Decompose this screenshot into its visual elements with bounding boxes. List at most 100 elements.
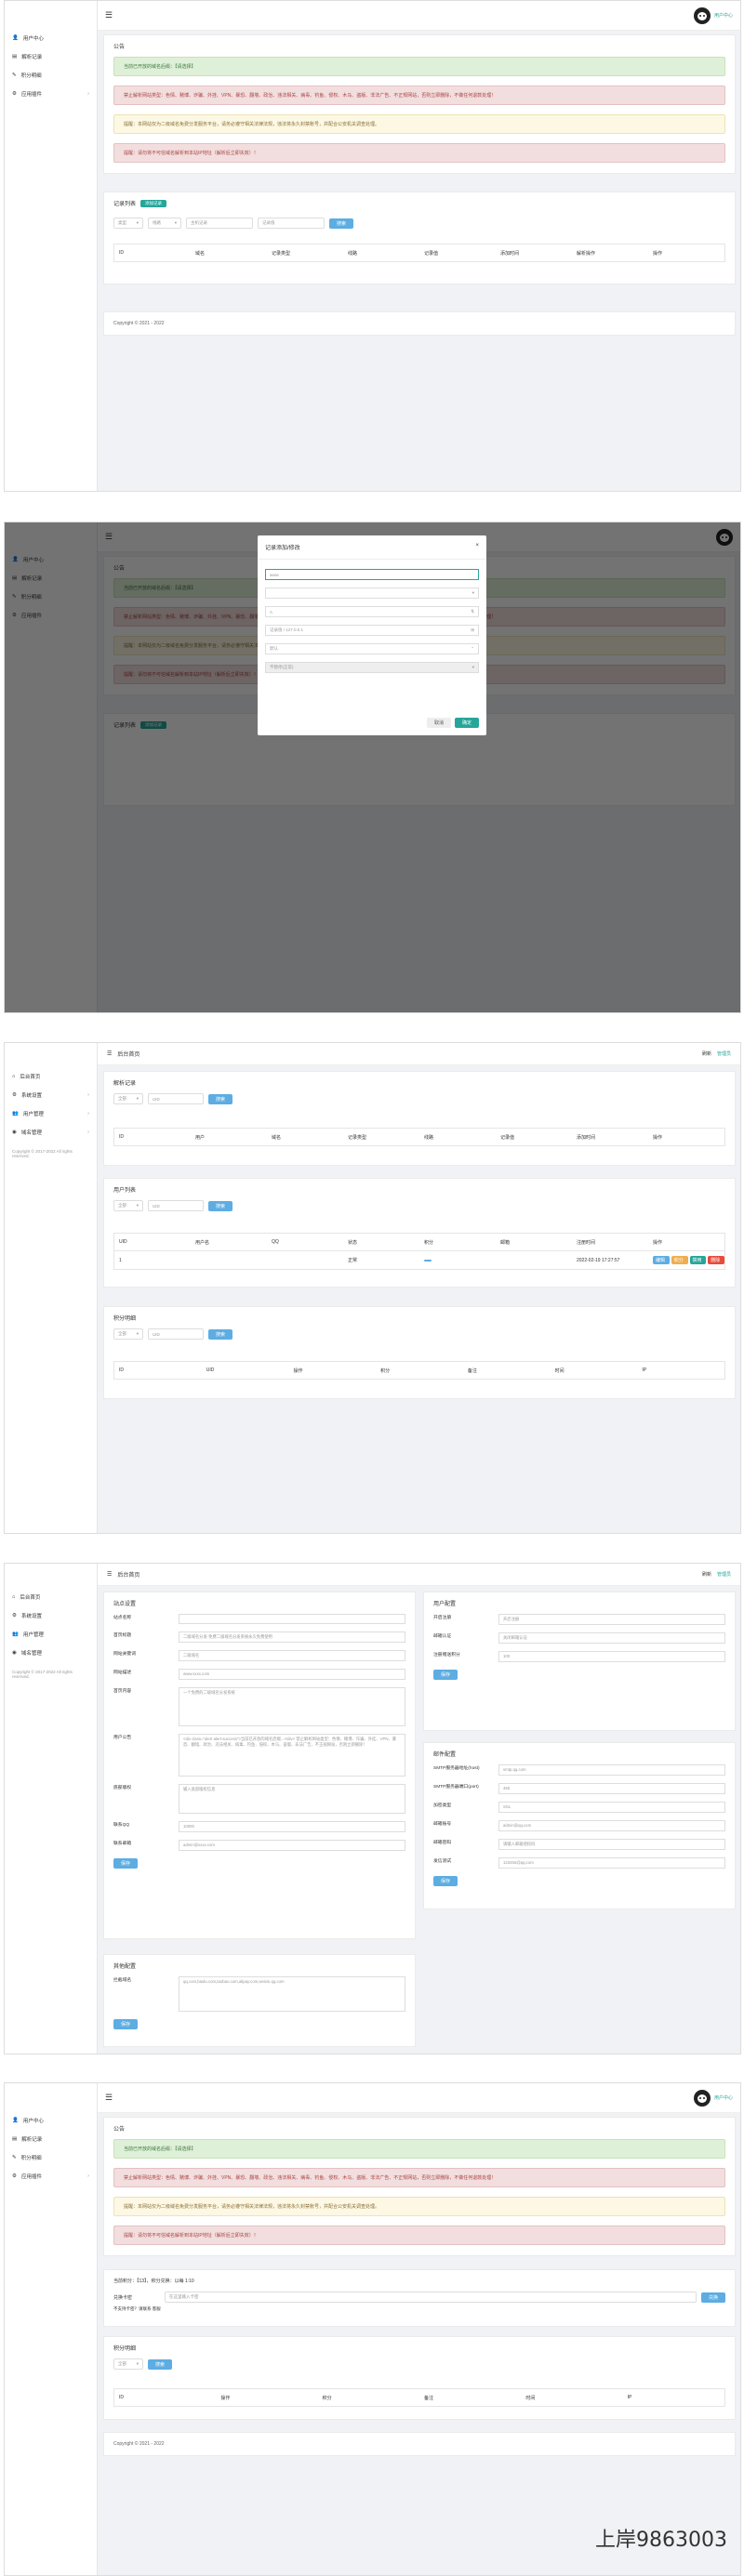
- modal-value-input[interactable]: 记录值 / 127.0.0.1 ⊞: [265, 625, 479, 636]
- keywords-input[interactable]: 二级域名: [179, 1650, 405, 1661]
- chevron-down-icon: ▾: [136, 2361, 139, 2366]
- contact-email-input[interactable]: admin@xxxx.com: [179, 1840, 405, 1851]
- menu-toggle-icon[interactable]: ☰: [105, 10, 113, 20]
- footer-copyright-textarea[interactable]: 输入底部版权信息: [179, 1784, 405, 1814]
- user-link[interactable]: 用户中心: [714, 2094, 733, 2101]
- sidebar-item-apps[interactable]: ⚙ 应用插件 ›: [5, 85, 97, 103]
- site-title-input[interactable]: 二级域名分发·免费二级域名分发系统永久免费使用: [179, 1631, 405, 1643]
- edit-button[interactable]: 编辑: [653, 1256, 670, 1264]
- header: ☰ 用户中心: [98, 2083, 740, 2113]
- sidebar-item-settings[interactable]: ⚙ 系统设置 ›: [5, 1086, 97, 1104]
- avatar[interactable]: [693, 7, 711, 24]
- code-input[interactable]: 在这里输入卡密: [165, 2292, 697, 2303]
- value-input[interactable]: 记录值: [258, 218, 325, 229]
- sidebar-item-user-center[interactable]: 👤用户中心: [5, 29, 97, 47]
- sidebar-item-settings[interactable]: ⚙ 系统设置: [5, 1606, 97, 1625]
- sidebar-item-points[interactable]: ✎积分明细: [5, 2148, 97, 2167]
- type-select[interactable]: 全部 ▾: [113, 1093, 143, 1104]
- gear-icon: ⚙: [12, 1092, 17, 1098]
- admin-link[interactable]: 管理员: [717, 1571, 731, 1578]
- blocked-domains-textarea[interactable]: qq.com,baidu.com,taobao.com,alipay.com,w…: [179, 1976, 405, 2012]
- save-button[interactable]: 保存: [433, 1876, 458, 1886]
- sidebar-item-domains[interactable]: ◉ 域名管理: [5, 1644, 97, 1662]
- modal-type-select[interactable]: A ⇅: [265, 606, 479, 617]
- confirm-button[interactable]: 确定: [454, 718, 479, 728]
- modal-domain-select[interactable]: ▾: [265, 588, 479, 599]
- alert-suffix: 当前已开放的域名后缀：【请选择】: [113, 57, 725, 76]
- mail-account-input[interactable]: admin@qq.com: [498, 1820, 725, 1831]
- uid-input[interactable]: UID: [148, 1200, 204, 1211]
- mail-password-input[interactable]: 请输入邮箱授权码: [498, 1839, 725, 1850]
- line-select[interactable]: 线路 ▾: [148, 218, 181, 229]
- search-button[interactable]: 搜索: [208, 1093, 233, 1104]
- menu-toggle-icon[interactable]: ☰: [105, 2093, 113, 2103]
- site-name-input[interactable]: [179, 1614, 405, 1624]
- sidebar-item-home[interactable]: ⌂ 后台首页: [5, 1067, 97, 1086]
- points-button[interactable]: 积分: [671, 1256, 688, 1264]
- sidebar-item-points[interactable]: ✎积分明细: [5, 66, 97, 85]
- type-select[interactable]: 全部 ▾: [113, 1328, 143, 1340]
- save-button[interactable]: 保存: [113, 2019, 139, 2029]
- admin-link[interactable]: 管理员: [717, 1050, 731, 1057]
- user-link[interactable]: 用户中心: [714, 12, 733, 19]
- modal-host-input[interactable]: www: [265, 569, 479, 580]
- chevron-down-icon: ▾: [136, 220, 139, 225]
- host-input[interactable]: 主机记录: [186, 218, 253, 229]
- modal-line-select[interactable]: 默认 ⌃: [265, 643, 479, 654]
- watermark: 上岸9863003: [595, 2529, 727, 2552]
- host-placeholder: 主机记录: [191, 220, 207, 225]
- delete-button[interactable]: 删除: [708, 1256, 724, 1264]
- col: UID: [206, 1367, 215, 1373]
- save-button[interactable]: 保存: [113, 1858, 139, 1869]
- col-domain: 域名: [195, 250, 206, 257]
- gear-icon: ⚙: [12, 1613, 17, 1618]
- uid-input[interactable]: UID: [148, 1328, 204, 1340]
- close-icon[interactable]: ×: [475, 543, 479, 551]
- menu-toggle-icon[interactable]: ☰: [107, 1571, 112, 1578]
- search-button[interactable]: 搜索: [329, 218, 354, 229]
- uid-input[interactable]: UID: [148, 1093, 204, 1104]
- add-record-button[interactable]: 添加记录: [140, 199, 167, 207]
- sidebar-item-users[interactable]: 👥 用户管理: [5, 1625, 97, 1644]
- user-title: 用户列表: [113, 1188, 137, 1194]
- description-input[interactable]: www.xxxx.com: [179, 1669, 405, 1680]
- type-select[interactable]: 类型 ▾: [113, 218, 143, 229]
- sidebar-item-home[interactable]: ⌂ 后台首页: [5, 1588, 97, 1606]
- redeem-button[interactable]: 兑换: [700, 2292, 725, 2303]
- contact-qq-input[interactable]: 10000: [179, 1821, 405, 1832]
- sidebar-item-domains[interactable]: ◉ 域名管理 ›: [5, 1123, 97, 1142]
- sidebar-item-records[interactable]: ▤解析记录: [5, 47, 97, 66]
- search-button[interactable]: 搜索: [208, 1200, 233, 1211]
- search-button[interactable]: 搜索: [148, 2358, 173, 2370]
- cancel-button[interactable]: 取消: [426, 718, 451, 728]
- type-select[interactable]: 全部 ▾: [113, 1200, 143, 1211]
- smtp-port-input[interactable]: 465: [498, 1783, 725, 1794]
- modal-status-select[interactable]: 不暂停(正常) ▾: [265, 662, 479, 673]
- sidebar-item-label: 应用插件: [20, 2174, 42, 2180]
- user-notice-textarea[interactable]: <div class="alert alert-success">当前已开放的域…: [179, 1734, 405, 1777]
- avatar[interactable]: [693, 2089, 711, 2107]
- other-config-title: 其他配置: [113, 1964, 137, 1970]
- email-verify-select[interactable]: 关闭邮箱认证: [498, 1632, 725, 1644]
- disable-button[interactable]: 禁用: [689, 1256, 707, 1264]
- menu-toggle-icon[interactable]: ☰: [107, 1050, 112, 1057]
- sidebar-item-apps[interactable]: ⚙ 应用插件 ›: [5, 2167, 97, 2186]
- save-button[interactable]: 保存: [433, 1670, 458, 1680]
- encryption-select[interactable]: SSL: [498, 1802, 725, 1813]
- points-table-header: ID 操作 积分 备注 时间 IP: [113, 2388, 725, 2407]
- type-select[interactable]: 全部 ▾: [113, 2358, 143, 2370]
- footer: Copyright © 2021 - 2022: [103, 2432, 736, 2456]
- search-button[interactable]: 搜索: [208, 1328, 233, 1340]
- refresh-link[interactable]: 刷新: [702, 1050, 711, 1057]
- sidebar-item-users[interactable]: 👥 用户管理 ›: [5, 1104, 97, 1123]
- mail-test-input[interactable]: 123456@qq.com: [498, 1857, 725, 1869]
- register-select[interactable]: 开启注册: [498, 1614, 725, 1625]
- smtp-host-input[interactable]: smtp.qq.com: [498, 1764, 725, 1776]
- sidebar-copyright: Copyright © 2017-2022 All rights reserve…: [12, 1670, 73, 1679]
- home-content-textarea[interactable]: 一个免费的二级域名分发系统: [179, 1687, 405, 1726]
- refresh-link[interactable]: 刷新: [702, 1571, 711, 1578]
- sidebar-item-records[interactable]: ▤解析记录: [5, 2130, 97, 2148]
- sidebar-item-label: 用户中心: [22, 36, 44, 42]
- sidebar-item-user-center[interactable]: 👤用户中心: [5, 2111, 97, 2130]
- register-points-input[interactable]: 100: [498, 1651, 725, 1662]
